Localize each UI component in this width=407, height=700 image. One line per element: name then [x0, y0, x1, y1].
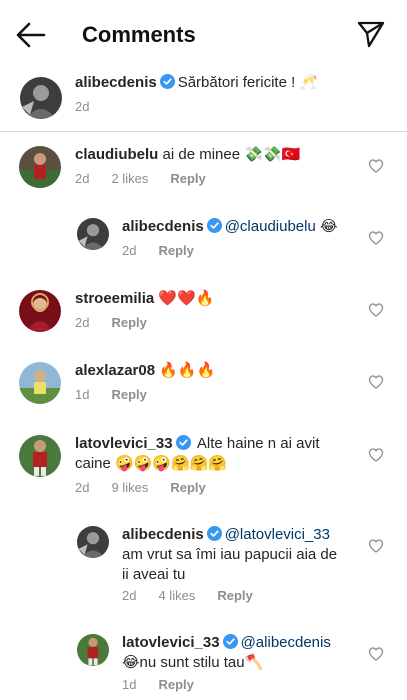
- comment-meta: 2d Reply: [122, 243, 216, 258]
- comment-meta: 1d Reply: [122, 677, 216, 692]
- mention-link[interactable]: @claudiubelu: [225, 218, 316, 235]
- reply-button[interactable]: Reply: [111, 315, 146, 330]
- comment-text: Alte haine n ai avit: [193, 435, 320, 452]
- avatar[interactable]: [77, 218, 109, 250]
- verified-icon: [159, 74, 175, 89]
- back-button[interactable]: [14, 20, 48, 50]
- reply-button[interactable]: Reply: [111, 387, 146, 402]
- avatar[interactable]: [77, 634, 109, 666]
- comment: alibecdenis @latovlevici_33 am vrut sa îm…: [0, 523, 407, 607]
- heart-icon[interactable]: [368, 302, 384, 318]
- comment-text-line2: caine 🤪🤪🤪🤗🤗🤗: [75, 455, 228, 472]
- comment-text: 😂nu sunt stilu tau🪓: [122, 654, 264, 671]
- comment-text: am vrut sa îmi iau papucii aia de: [122, 546, 338, 563]
- heart-icon[interactable]: [368, 374, 384, 390]
- verified-icon: [206, 218, 222, 233]
- comment-username[interactable]: stroeemilia: [75, 290, 154, 307]
- comment-username[interactable]: claudiubelu: [75, 146, 158, 163]
- mention-link[interactable]: @latovlevici_33: [225, 526, 330, 543]
- comment-meta: 2d 2 likes Reply: [75, 171, 228, 186]
- verified-icon: [175, 435, 191, 450]
- like-count[interactable]: 9 likes: [111, 480, 148, 495]
- comment-time: 2d: [75, 171, 90, 186]
- comment-time: 2d: [122, 588, 137, 603]
- header: Comments: [0, 0, 407, 70]
- send-button[interactable]: [356, 18, 386, 48]
- comment-meta: 2d 4 likes Reply: [122, 588, 275, 603]
- verified-icon: [222, 634, 238, 649]
- comment-meta: 1d Reply: [75, 387, 169, 402]
- reply-button[interactable]: Reply: [158, 677, 193, 692]
- comment: latovlevici_33 Alte haine n ai avit cain…: [0, 432, 407, 496]
- comment-username[interactable]: latovlevici_33: [75, 435, 173, 452]
- comment: latovlevici_33 @alibecdenis 😂nu sunt stil…: [0, 631, 407, 697]
- heart-icon[interactable]: [368, 646, 384, 662]
- comment: stroeemilia ❤️❤️🔥 2d Reply: [0, 287, 407, 335]
- comment-username[interactable]: latovlevici_33: [122, 634, 220, 651]
- comment-text: 😂: [315, 218, 338, 235]
- avatar[interactable]: [19, 362, 61, 404]
- reply-button[interactable]: Reply: [170, 480, 205, 495]
- avatar[interactable]: [19, 146, 61, 188]
- comment-text-line2: ii aveai tu: [122, 566, 186, 583]
- like-count[interactable]: 4 likes: [158, 588, 195, 603]
- caption-text: Sărbători fericite ! 🥂: [177, 74, 319, 91]
- heart-icon[interactable]: [368, 447, 384, 463]
- back-arrow-icon: [16, 22, 46, 48]
- comment-meta: 2d Reply: [75, 315, 169, 330]
- post-caption: alibecdenis Sărbători fericite ! 🥂 2d: [0, 70, 407, 132]
- comment-time: 1d: [75, 387, 90, 402]
- comment-time: 2d: [75, 480, 90, 495]
- heart-icon[interactable]: [368, 158, 384, 174]
- reply-button[interactable]: Reply: [158, 243, 193, 258]
- reply-button[interactable]: Reply: [170, 171, 205, 186]
- send-icon: [357, 21, 385, 48]
- avatar[interactable]: [77, 526, 109, 558]
- page-title: Comments: [82, 22, 196, 47]
- caption-username[interactable]: alibecdenis: [75, 74, 157, 91]
- comment-username[interactable]: alexlazar08: [75, 362, 155, 379]
- heart-icon[interactable]: [368, 230, 384, 246]
- comment-text: ai de minee 💸💸🇹🇷: [162, 146, 301, 163]
- mention-link[interactable]: @alibecdenis: [241, 634, 331, 651]
- like-count[interactable]: 2 likes: [111, 171, 148, 186]
- comment: claudiubelu ai de minee 💸💸🇹🇷 2d 2 likes Re…: [0, 143, 407, 191]
- comment-text: 🔥🔥🔥: [159, 362, 216, 379]
- caption-meta: 2d: [75, 99, 111, 114]
- comment: alibecdenis @claudiubelu 😂 2d Reply: [0, 215, 407, 263]
- comment-time: 2d: [75, 315, 90, 330]
- avatar[interactable]: [20, 77, 62, 119]
- divider: [0, 131, 407, 132]
- comment-time: 2d: [122, 243, 137, 258]
- comment-time: 1d: [122, 677, 137, 692]
- comment-username[interactable]: alibecdenis: [122, 526, 204, 543]
- caption-time: 2d: [75, 99, 90, 114]
- reply-button[interactable]: Reply: [217, 588, 252, 603]
- comment-meta: 2d 9 likes Reply: [75, 480, 228, 495]
- comment-text: ❤️❤️🔥: [158, 290, 215, 307]
- avatar[interactable]: [19, 290, 61, 332]
- avatar[interactable]: [19, 435, 61, 477]
- comment-username[interactable]: alibecdenis: [122, 218, 204, 235]
- heart-icon[interactable]: [368, 538, 384, 554]
- verified-icon: [206, 526, 222, 541]
- comment: alexlazar08 🔥🔥🔥 1d Reply: [0, 359, 407, 407]
